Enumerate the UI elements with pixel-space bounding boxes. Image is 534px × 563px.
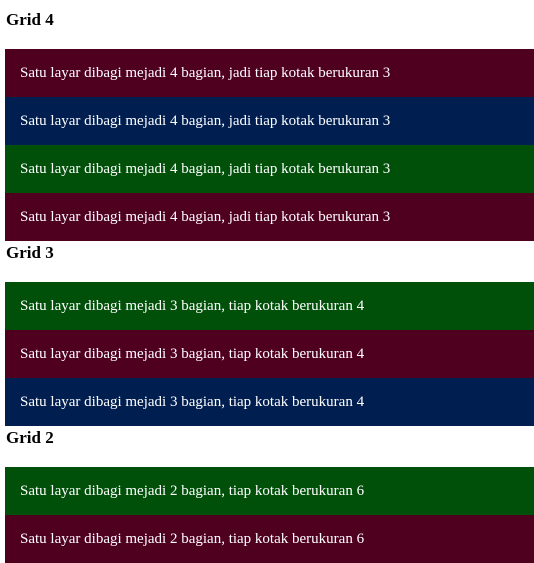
heading-grid-2: Grid 2 <box>6 428 54 447</box>
grid-box: Satu layar dibagi mejadi 3 bagian, tiap … <box>5 282 534 330</box>
heading-grid-4: Grid 4 <box>6 10 54 29</box>
grid-box: Satu layar dibagi mejadi 3 bagian, tiap … <box>5 378 534 426</box>
grid-box: Satu layar dibagi mejadi 4 bagian, jadi … <box>5 49 534 97</box>
grid-box: Satu layar dibagi mejadi 4 bagian, jadi … <box>5 97 534 145</box>
heading-grid-3: Grid 3 <box>6 243 54 262</box>
grid-box: Satu layar dibagi mejadi 2 bagian, tiap … <box>5 467 534 515</box>
grid-box: Satu layar dibagi mejadi 2 bagian, tiap … <box>5 515 534 563</box>
grid-box: Satu layar dibagi mejadi 3 bagian, tiap … <box>5 330 534 378</box>
grid-box: Satu layar dibagi mejadi 4 bagian, jadi … <box>5 193 534 241</box>
grid-box: Satu layar dibagi mejadi 4 bagian, jadi … <box>5 145 534 193</box>
